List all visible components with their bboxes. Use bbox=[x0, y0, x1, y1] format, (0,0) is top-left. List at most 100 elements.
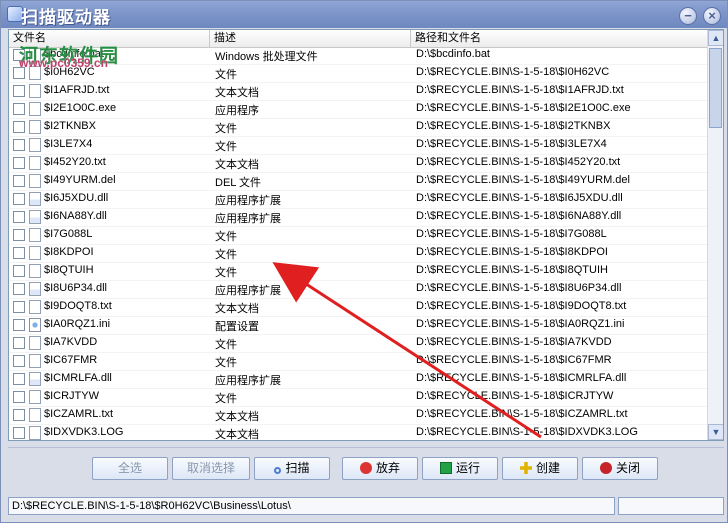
file-description-cell: 文件 bbox=[215, 357, 237, 369]
table-row[interactable]: $I452Y20.txt 文本文档 D:\$RECYCLE.BIN\S-1-5-18… bbox=[9, 155, 707, 173]
file-name-cell: $I8U6P34.dll bbox=[44, 282, 107, 294]
scroll-down-button[interactable]: ▼ bbox=[708, 424, 723, 440]
create-button[interactable]: 创建 bbox=[502, 457, 578, 480]
file-name-cell: $I1AFRJD.txt bbox=[44, 84, 110, 96]
status-bar: D:\$RECYCLE.BIN\S-1-5-18\$R0H62VC\Busine… bbox=[8, 497, 724, 515]
vertical-scrollbar[interactable]: ▲ ▼ bbox=[707, 30, 723, 440]
table-row[interactable]: $ICZAMRL.txt 文本文档 D:\$RECYCLE.BIN\S-1-5-18… bbox=[9, 407, 707, 425]
column-header-description[interactable]: 描述 bbox=[210, 30, 411, 47]
file-name-cell: $I0H62VC bbox=[44, 66, 95, 78]
file-icon bbox=[29, 426, 41, 440]
table-row[interactable]: $I8QTUIH 文件 D:\$RECYCLE.BIN\S-1-5-18\$I8QT… bbox=[9, 263, 707, 281]
select-all-label: 全选 bbox=[117, 461, 142, 475]
file-path-cell: D:\$RECYCLE.BIN\S-1-5-18\$I1AFRJD.txt bbox=[416, 84, 624, 96]
row-checkbox[interactable] bbox=[13, 265, 25, 277]
close-button[interactable]: 关闭 bbox=[582, 457, 658, 480]
file-path-cell: D:\$RECYCLE.BIN\S-1-5-18\$I6NA88Y.dll bbox=[416, 210, 622, 222]
row-checkbox[interactable] bbox=[13, 319, 25, 331]
title-bar[interactable]: 扫描驱动器 − × bbox=[1, 1, 727, 28]
file-description-cell: 文件 bbox=[215, 141, 237, 153]
row-checkbox[interactable] bbox=[13, 355, 25, 367]
row-checkbox[interactable] bbox=[13, 85, 25, 97]
table-row[interactable]: $I0H62VC 文件 D:\$RECYCLE.BIN\S-1-5-18\$I0H6… bbox=[9, 65, 707, 83]
row-checkbox[interactable] bbox=[13, 409, 25, 421]
file-name-cell: $I8KDPOI bbox=[44, 246, 94, 258]
row-checkbox[interactable] bbox=[13, 121, 25, 133]
file-icon bbox=[29, 120, 41, 134]
grid-header: 文件名 描述 路径和文件名 bbox=[9, 30, 707, 48]
table-row[interactable]: $I2E1O0C.exe 应用程序 D:\$RECYCLE.BIN\S-1-5-18… bbox=[9, 101, 707, 119]
row-checkbox[interactable] bbox=[13, 175, 25, 187]
file-description-cell: 文件 bbox=[215, 123, 237, 135]
file-path-cell: D:\$RECYCLE.BIN\S-1-5-18\$ICMRLFA.dll bbox=[416, 372, 627, 384]
scroll-thumb[interactable] bbox=[709, 48, 722, 128]
row-checkbox[interactable] bbox=[13, 373, 25, 385]
row-checkbox[interactable] bbox=[13, 49, 25, 61]
table-row[interactable]: $IDXVDK3.LOG 文本文档 D:\$RECYCLE.BIN\S-1-5-18… bbox=[9, 425, 707, 441]
scroll-up-button[interactable]: ▲ bbox=[708, 30, 723, 46]
table-row[interactable]: $I6J5XDU.dll 应用程序扩展 D:\$RECYCLE.BIN\S-1-5-… bbox=[9, 191, 707, 209]
row-checkbox[interactable] bbox=[13, 427, 25, 439]
file-path-cell: D:\$bcdinfo.bat bbox=[416, 48, 490, 60]
file-path-cell: D:\$RECYCLE.BIN\S-1-5-18\$I452Y20.txt bbox=[416, 156, 621, 168]
dll-file-icon bbox=[29, 372, 41, 386]
file-icon bbox=[29, 138, 41, 152]
row-checkbox[interactable] bbox=[13, 157, 25, 169]
row-checkbox[interactable] bbox=[13, 247, 25, 259]
table-row[interactable]: $I49YURM.del DEL 文件 D:\$RECYCLE.BIN\S-1-5-… bbox=[9, 173, 707, 191]
minimize-button[interactable]: − bbox=[679, 7, 697, 25]
row-checkbox[interactable] bbox=[13, 139, 25, 151]
row-checkbox[interactable] bbox=[13, 391, 25, 403]
file-name-cell: $I6NA88Y.dll bbox=[44, 210, 107, 222]
table-row[interactable]: $ICRJTYW 文件 D:\$RECYCLE.BIN\S-1-5-18\$ICRJ… bbox=[9, 389, 707, 407]
run-button[interactable]: 运行 bbox=[422, 457, 498, 480]
run-label: 运行 bbox=[455, 461, 480, 475]
file-name-cell: $ICZAMRL.txt bbox=[44, 408, 114, 420]
table-row[interactable]: $I9DOQT8.txt 文本文档 D:\$RECYCLE.BIN\S-1-5-18… bbox=[9, 299, 707, 317]
table-row[interactable]: $I8U6P34.dll 应用程序扩展 D:\$RECYCLE.BIN\S-1-5-… bbox=[9, 281, 707, 299]
file-description-cell: 配置设置 bbox=[215, 321, 259, 333]
close-window-button[interactable]: × bbox=[703, 7, 721, 25]
file-path-cell: D:\$RECYCLE.BIN\S-1-5-18\$I0H62VC bbox=[416, 66, 610, 78]
deselect-button[interactable]: 取消选择 bbox=[172, 457, 250, 480]
file-icon bbox=[29, 228, 41, 242]
file-name-cell: $ICRJTYW bbox=[44, 390, 99, 402]
table-row[interactable]: $I8KDPOI 文件 D:\$RECYCLE.BIN\S-1-5-18\$I8KD… bbox=[9, 245, 707, 263]
file-icon bbox=[29, 390, 41, 404]
table-row[interactable]: $ICMRLFA.dll 应用程序扩展 D:\$RECYCLE.BIN\S-1-5-… bbox=[9, 371, 707, 389]
file-path-cell: D:\$RECYCLE.BIN\S-1-5-18\$ICRJTYW bbox=[416, 390, 614, 402]
file-name-cell: $I49YURM.del bbox=[44, 174, 116, 186]
status-path: D:\$RECYCLE.BIN\S-1-5-18\$R0H62VC\Busine… bbox=[8, 497, 615, 515]
table-row[interactable]: $IA0RQZ1.ini 配置设置 D:\$RECYCLE.BIN\S-1-5-18… bbox=[9, 317, 707, 335]
row-checkbox[interactable] bbox=[13, 103, 25, 115]
select-all-button[interactable]: 全选 bbox=[92, 457, 168, 480]
table-row[interactable]: $I3LE7X4 文件 D:\$RECYCLE.BIN\S-1-5-18\$I3LE… bbox=[9, 137, 707, 155]
table-row[interactable]: $I2TKNBX 文件 D:\$RECYCLE.BIN\S-1-5-18\$I2TK… bbox=[9, 119, 707, 137]
file-list-grid[interactable]: 文件名 描述 路径和文件名 $bcdinfo.bat Windows 批处理文件 D… bbox=[8, 29, 724, 441]
table-row[interactable]: $IC67FMR 文件 D:\$RECYCLE.BIN\S-1-5-18\$IC67… bbox=[9, 353, 707, 371]
row-checkbox[interactable] bbox=[13, 67, 25, 79]
table-row[interactable]: $IA7KVDD 文件 D:\$RECYCLE.BIN\S-1-5-18\$IA7K… bbox=[9, 335, 707, 353]
file-description-cell: 文件 bbox=[215, 393, 237, 405]
column-header-filename[interactable]: 文件名 bbox=[9, 30, 210, 47]
dll-file-icon bbox=[29, 192, 41, 206]
row-checkbox[interactable] bbox=[13, 283, 25, 295]
row-checkbox[interactable] bbox=[13, 337, 25, 349]
row-checkbox[interactable] bbox=[13, 211, 25, 223]
column-header-path[interactable]: 路径和文件名 bbox=[411, 30, 707, 47]
scan-button[interactable]: 扫描 bbox=[254, 457, 330, 480]
table-row[interactable]: $I7G088L 文件 D:\$RECYCLE.BIN\S-1-5-18\$I7G0… bbox=[9, 227, 707, 245]
table-row[interactable]: $I1AFRJD.txt 文本文档 D:\$RECYCLE.BIN\S-1-5-18… bbox=[9, 83, 707, 101]
abort-button[interactable]: 放弃 bbox=[342, 457, 418, 480]
file-description-cell: 应用程序扩展 bbox=[215, 285, 281, 297]
row-checkbox[interactable] bbox=[13, 193, 25, 205]
file-path-cell: D:\$RECYCLE.BIN\S-1-5-18\$I9DOQT8.txt bbox=[416, 300, 627, 312]
table-row[interactable]: $I6NA88Y.dll 应用程序扩展 D:\$RECYCLE.BIN\S-1-5-… bbox=[9, 209, 707, 227]
file-name-cell: $I452Y20.txt bbox=[44, 156, 106, 168]
table-row[interactable]: $bcdinfo.bat Windows 批处理文件 D:\$bcdinfo.bat bbox=[9, 47, 707, 65]
row-checkbox[interactable] bbox=[13, 229, 25, 241]
file-description-cell: 文本文档 bbox=[215, 429, 259, 441]
file-path-cell: D:\$RECYCLE.BIN\S-1-5-18\$ICZAMRL.txt bbox=[416, 408, 628, 420]
row-checkbox[interactable] bbox=[13, 301, 25, 313]
file-icon bbox=[29, 336, 41, 350]
